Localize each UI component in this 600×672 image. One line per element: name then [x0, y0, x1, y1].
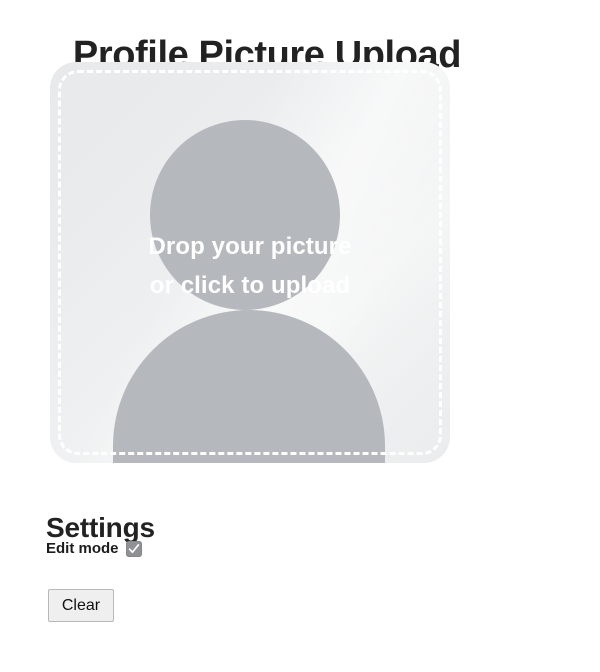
profile-picture-dropzone[interactable]: Drop your picture or click to upload [50, 62, 450, 463]
edit-mode-label: Edit mode [46, 540, 119, 557]
clear-button[interactable]: Clear [48, 589, 114, 622]
edit-mode-checkbox[interactable] [125, 541, 142, 557]
edit-mode-row[interactable]: Edit mode [46, 539, 142, 559]
avatar-body-icon [113, 310, 385, 463]
profile-picture-upload-page: Profile Picture Upload Drop your picture… [0, 0, 600, 672]
avatar-head-icon [150, 120, 340, 310]
checkmark-icon [128, 544, 139, 554]
